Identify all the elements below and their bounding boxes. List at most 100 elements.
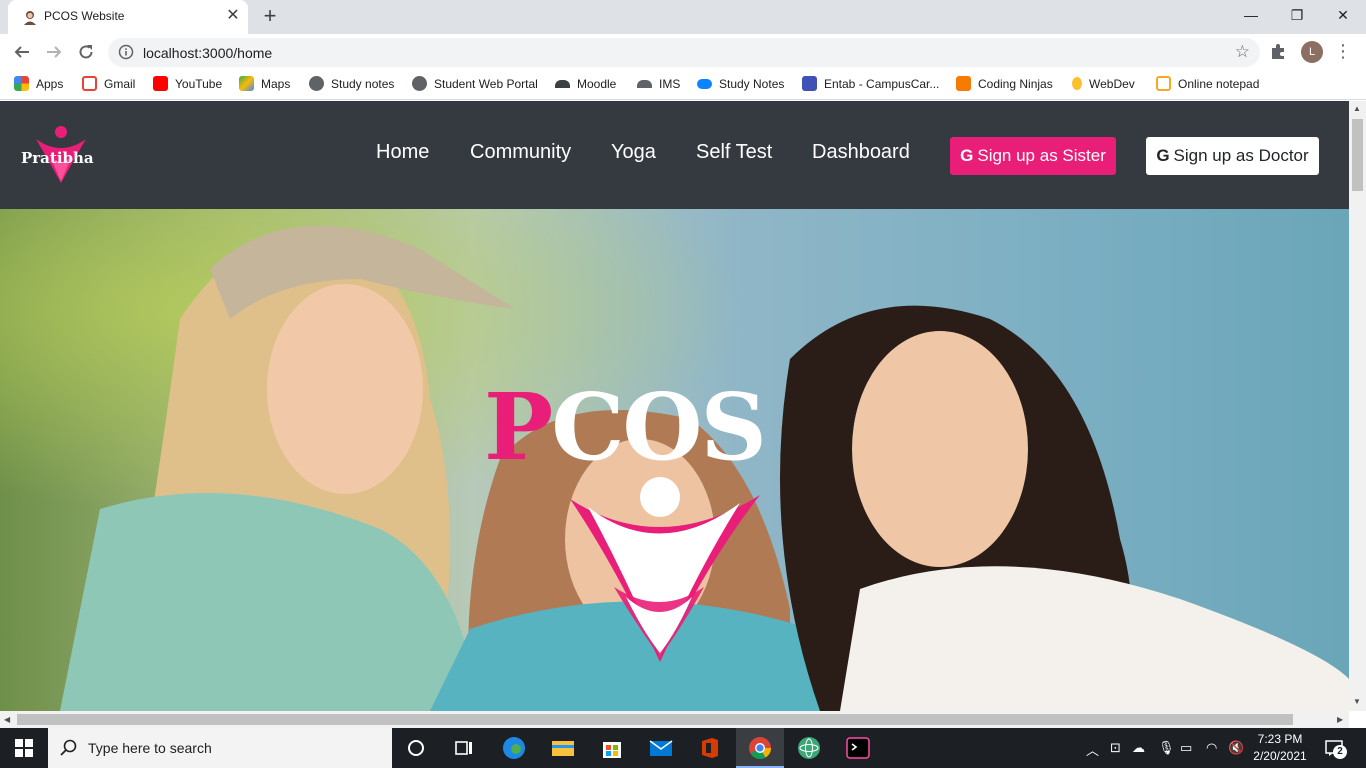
notification-count-badge: 2 — [1333, 745, 1347, 759]
notepad-icon — [1156, 76, 1171, 92]
tab-title: PCOS Website — [44, 9, 125, 23]
task-view-icon[interactable] — [452, 736, 476, 760]
address-bar[interactable]: localhost:3000/home ☆ — [108, 38, 1260, 67]
nav-community[interactable]: Community — [470, 141, 571, 164]
google-icon: G — [960, 146, 974, 165]
bookmark-maps[interactable]: Maps — [239, 76, 290, 94]
more-menu-icon[interactable]: ⋮ — [1334, 40, 1352, 64]
bookmark-moodle[interactable]: Moodle — [555, 76, 616, 94]
bookmark-ims[interactable]: IMS — [637, 76, 680, 94]
bookmark-study-notes[interactable]: Study notes — [309, 76, 394, 94]
edge-icon[interactable] — [502, 736, 526, 760]
coding-ninjas-icon — [956, 76, 971, 92]
bookmark-gmail[interactable]: Gmail — [82, 76, 135, 94]
file-explorer-icon[interactable] — [551, 736, 575, 760]
tray-battery-icon[interactable]: ▭ — [1180, 740, 1192, 756]
bookmark-coding-ninjas[interactable]: Coding Ninjas — [956, 76, 1053, 94]
terminal-icon[interactable] — [846, 736, 870, 760]
brand-logo[interactable]: Pratibha — [20, 125, 110, 189]
tray-wifi-icon[interactable]: ◠ — [1206, 740, 1217, 756]
horizontal-scroll-thumb[interactable] — [17, 714, 1293, 725]
bookmark-star-icon[interactable]: ☆ — [1235, 42, 1250, 62]
tray-chevron-up-icon[interactable]: ︿ — [1086, 740, 1099, 759]
bookmark-online-notepad[interactable]: Online notepad — [1156, 76, 1259, 94]
back-button[interactable] — [10, 40, 34, 64]
signup-doctor-button[interactable]: G Sign up as Doctor — [1146, 137, 1319, 175]
clock-date: 2/20/2021 — [1253, 749, 1307, 763]
bookmarks-bar: Apps Gmail YouTube Maps Study notes Stud… — [0, 70, 1366, 100]
woman-favicon-icon — [24, 11, 36, 25]
clock-time: 7:23 PM — [1257, 732, 1303, 746]
notifications-button[interactable]: 2 — [1322, 736, 1347, 760]
vertical-scroll-thumb[interactable] — [1352, 119, 1363, 191]
reload-button[interactable] — [74, 40, 98, 64]
profile-avatar[interactable]: L — [1301, 41, 1323, 63]
taskbar-search-placeholder: Type here to search — [88, 740, 212, 756]
cloud-icon — [697, 78, 712, 89]
store-icon[interactable] — [600, 736, 624, 760]
url-text[interactable]: localhost:3000/home — [143, 45, 272, 61]
tray-onedrive-icon[interactable]: ☁ — [1132, 740, 1145, 756]
vertical-scrollbar[interactable]: ▲ ▼ — [1349, 101, 1366, 711]
nav-yoga[interactable]: Yoga — [611, 141, 656, 164]
scroll-left-icon[interactable]: ◀ — [4, 715, 10, 724]
mail-icon[interactable] — [649, 736, 673, 760]
bookmark-youtube[interactable]: YouTube — [153, 76, 222, 94]
browser-tab-active[interactable]: PCOS Website ✕ — [8, 0, 248, 34]
globe-icon — [412, 76, 427, 92]
atom-icon[interactable] — [797, 736, 821, 760]
apps-grid-icon — [14, 76, 29, 92]
tray-microphone-icon[interactable]: 🎙 — [1158, 740, 1175, 756]
hero-logo: PCOS — [484, 377, 844, 667]
hero-lotus-icon — [570, 477, 760, 662]
start-button[interactable] — [0, 728, 48, 768]
globe-icon — [309, 76, 324, 92]
scroll-down-icon[interactable]: ▼ — [1353, 697, 1361, 706]
gmail-icon — [82, 76, 97, 92]
web-page: Pratibha Home Community Yoga Self Test D… — [0, 101, 1349, 711]
tab-strip: PCOS Website ✕ + — ❐ ✕ — [0, 0, 1366, 34]
scroll-right-icon[interactable]: ▶ — [1337, 715, 1343, 724]
hero-title: PCOS — [484, 377, 844, 477]
extensions-puzzle-icon[interactable] — [1268, 40, 1290, 62]
cortana-icon[interactable] — [404, 736, 428, 760]
restore-button[interactable]: ❐ — [1274, 0, 1320, 30]
bookmark-entab[interactable]: Entab - CampusCar... — [802, 76, 939, 94]
windows-logo-icon — [15, 739, 33, 757]
close-window-button[interactable]: ✕ — [1320, 0, 1366, 30]
tray-meet-icon[interactable]: ⊡ — [1110, 740, 1121, 756]
nav-home[interactable]: Home — [376, 141, 429, 164]
bookmark-student-web-portal[interactable]: Student Web Portal — [412, 76, 538, 94]
entab-icon — [802, 76, 817, 92]
close-tab-icon[interactable]: ✕ — [224, 7, 242, 25]
signup-sister-label: Sign up as Sister — [977, 146, 1106, 165]
reload-icon — [79, 45, 93, 59]
nav-dashboard[interactable]: Dashboard — [812, 141, 910, 164]
tray-volume-muted-icon[interactable]: 🔇 — [1228, 740, 1244, 756]
chrome-icon — [749, 737, 771, 759]
new-tab-button[interactable]: + — [258, 5, 282, 28]
search-icon — [60, 739, 77, 756]
taskbar-search-box[interactable]: Type here to search — [48, 728, 392, 768]
hero-title-cos: COS — [551, 373, 767, 481]
minimize-button[interactable]: — — [1228, 0, 1274, 30]
arrow-right-icon — [47, 46, 62, 58]
hero-banner: PCOS — [0, 209, 1349, 711]
signup-doctor-label: Sign up as Doctor — [1173, 146, 1309, 165]
bookmark-apps[interactable]: Apps — [14, 76, 63, 94]
signup-sister-button[interactable]: G Sign up as Sister — [950, 137, 1116, 175]
windows-taskbar: Type here to search ︿ ⊡ ☁ 🎙 ▭ ◠ 🔇 7:23 P… — [0, 728, 1366, 768]
maps-icon — [239, 76, 254, 92]
nav-self-test[interactable]: Self Test — [696, 141, 772, 164]
site-navbar: Pratibha Home Community Yoga Self Test D… — [0, 101, 1349, 209]
horizontal-scrollbar[interactable]: ◀ ▶ — [0, 711, 1349, 728]
ims-hat-icon — [637, 79, 652, 88]
forward-button[interactable] — [42, 40, 66, 64]
taskbar-clock[interactable]: 7:23 PM 2/20/2021 — [1248, 731, 1312, 765]
info-icon[interactable] — [118, 44, 134, 60]
office-icon[interactable] — [698, 736, 722, 760]
scroll-up-icon[interactable]: ▲ — [1353, 104, 1361, 113]
bookmark-onedrive-study-notes[interactable]: Study Notes — [697, 76, 784, 94]
chrome-taskbar-active[interactable] — [736, 728, 784, 768]
bookmark-webdev[interactable]: WebDev — [1072, 76, 1135, 94]
